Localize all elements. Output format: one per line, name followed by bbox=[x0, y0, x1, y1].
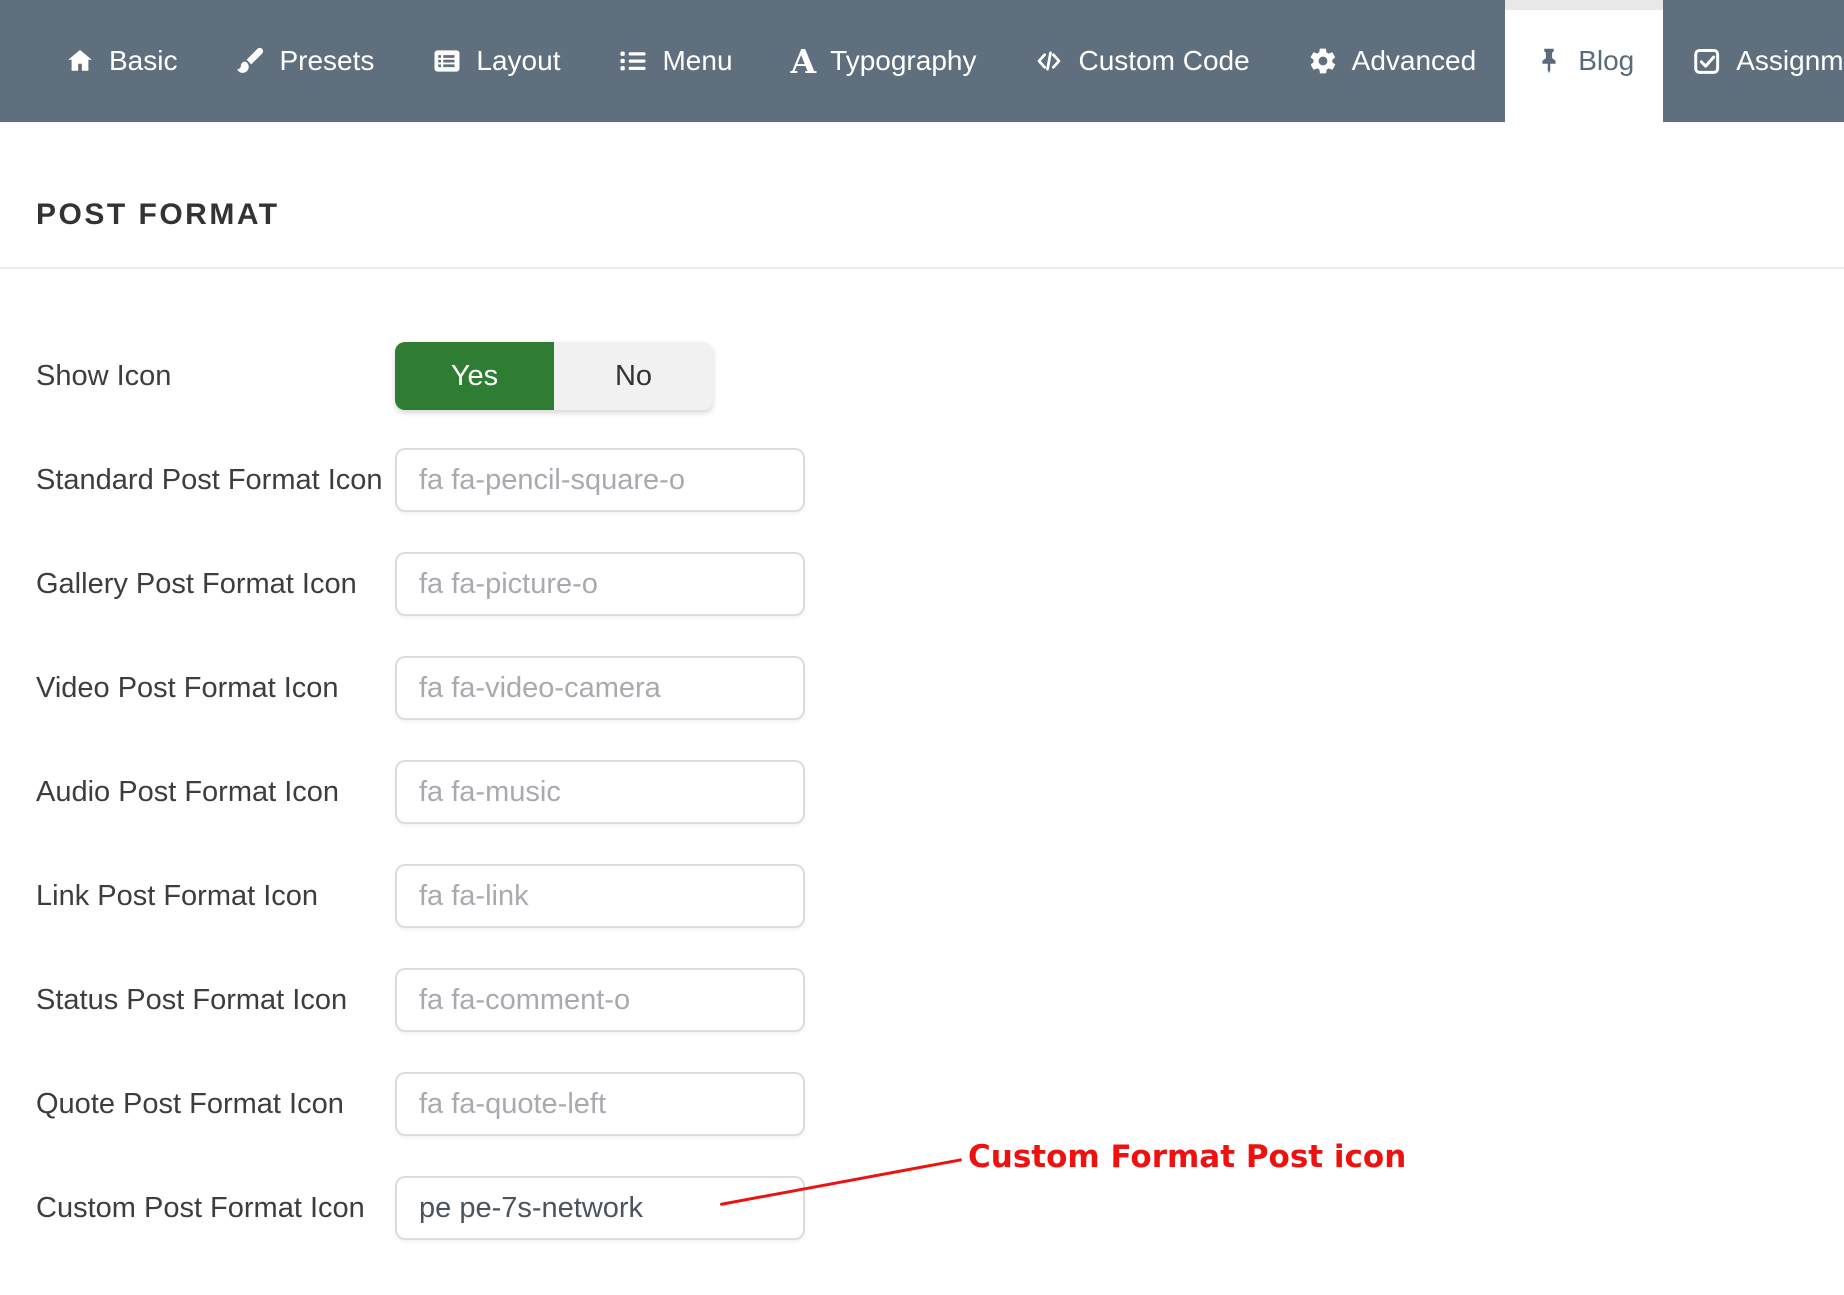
tab-label: Advanced bbox=[1352, 45, 1477, 77]
field-label: Show Icon bbox=[36, 360, 395, 393]
field-label: Status Post Format Icon bbox=[36, 984, 395, 1017]
field-label: Video Post Format Icon bbox=[36, 672, 395, 705]
status-post-format-input[interactable] bbox=[395, 968, 805, 1032]
tab-layout[interactable]: Layout bbox=[403, 0, 589, 122]
field-label: Gallery Post Format Icon bbox=[36, 568, 395, 601]
quote-post-format-input[interactable] bbox=[395, 1072, 805, 1136]
standard-post-format-row: Standard Post Format Icon bbox=[36, 448, 1844, 512]
tab-label: Assignment bbox=[1736, 45, 1844, 77]
post-format-form: Show Icon Yes No Standard Post Format Ic… bbox=[0, 269, 1844, 1240]
check-square-icon bbox=[1692, 46, 1722, 76]
tab-menu[interactable]: Menu bbox=[589, 0, 761, 122]
link-post-format-row: Link Post Format Icon bbox=[36, 864, 1844, 928]
settings-tab-bar: Basic Presets Layout Menu A Typography bbox=[0, 0, 1844, 122]
tab-custom-code[interactable]: Custom Code bbox=[1005, 0, 1278, 122]
tab-label: Basic bbox=[109, 45, 177, 77]
thumbtack-icon bbox=[1534, 46, 1564, 76]
standard-post-format-input[interactable] bbox=[395, 448, 805, 512]
code-icon bbox=[1034, 46, 1064, 76]
annotation-label: Custom Format Post icon bbox=[968, 1139, 1406, 1175]
tab-label: Blog bbox=[1578, 45, 1634, 77]
tab-label: Menu bbox=[662, 45, 732, 77]
tab-label: Presets bbox=[279, 45, 374, 77]
show-icon-toggle: Yes No bbox=[395, 342, 713, 410]
menu-list-icon bbox=[618, 46, 648, 76]
font-a-icon: A bbox=[791, 45, 817, 78]
field-label: Standard Post Format Icon bbox=[36, 464, 395, 497]
paint-brush-icon bbox=[235, 46, 265, 76]
show-icon-no-button[interactable]: No bbox=[554, 342, 713, 410]
section-header: POST FORMAT bbox=[0, 122, 1844, 269]
link-post-format-input[interactable] bbox=[395, 864, 805, 928]
tab-presets[interactable]: Presets bbox=[206, 0, 403, 122]
quote-post-format-row: Quote Post Format Icon bbox=[36, 1072, 1844, 1136]
home-icon bbox=[65, 46, 95, 76]
field-label: Custom Post Format Icon bbox=[36, 1192, 395, 1225]
status-post-format-row: Status Post Format Icon bbox=[36, 968, 1844, 1032]
show-icon-row: Show Icon Yes No bbox=[36, 342, 1844, 410]
tab-assignment[interactable]: Assignment bbox=[1663, 0, 1844, 122]
layout-list-icon bbox=[432, 46, 462, 76]
custom-post-format-input[interactable] bbox=[395, 1176, 805, 1240]
tab-basic[interactable]: Basic bbox=[36, 0, 206, 122]
field-label: Quote Post Format Icon bbox=[36, 1088, 395, 1121]
gear-icon bbox=[1308, 46, 1338, 76]
tab-advanced[interactable]: Advanced bbox=[1279, 0, 1506, 122]
gallery-post-format-row: Gallery Post Format Icon bbox=[36, 552, 1844, 616]
gallery-post-format-input[interactable] bbox=[395, 552, 805, 616]
tab-label: Custom Code bbox=[1078, 45, 1249, 77]
page-title: POST FORMAT bbox=[36, 198, 1844, 232]
custom-post-format-row: Custom Post Format Icon bbox=[36, 1176, 1844, 1240]
audio-post-format-input[interactable] bbox=[395, 760, 805, 824]
field-label: Link Post Format Icon bbox=[36, 880, 395, 913]
tab-label: Typography bbox=[830, 45, 976, 77]
tab-label: Layout bbox=[476, 45, 560, 77]
field-label: Audio Post Format Icon bbox=[36, 776, 395, 809]
tab-blog-active[interactable]: Blog bbox=[1505, 0, 1663, 122]
video-post-format-row: Video Post Format Icon bbox=[36, 656, 1844, 720]
audio-post-format-row: Audio Post Format Icon bbox=[36, 760, 1844, 824]
video-post-format-input[interactable] bbox=[395, 656, 805, 720]
tab-typography[interactable]: A Typography bbox=[762, 0, 1006, 122]
show-icon-yes-button[interactable]: Yes bbox=[395, 342, 554, 410]
